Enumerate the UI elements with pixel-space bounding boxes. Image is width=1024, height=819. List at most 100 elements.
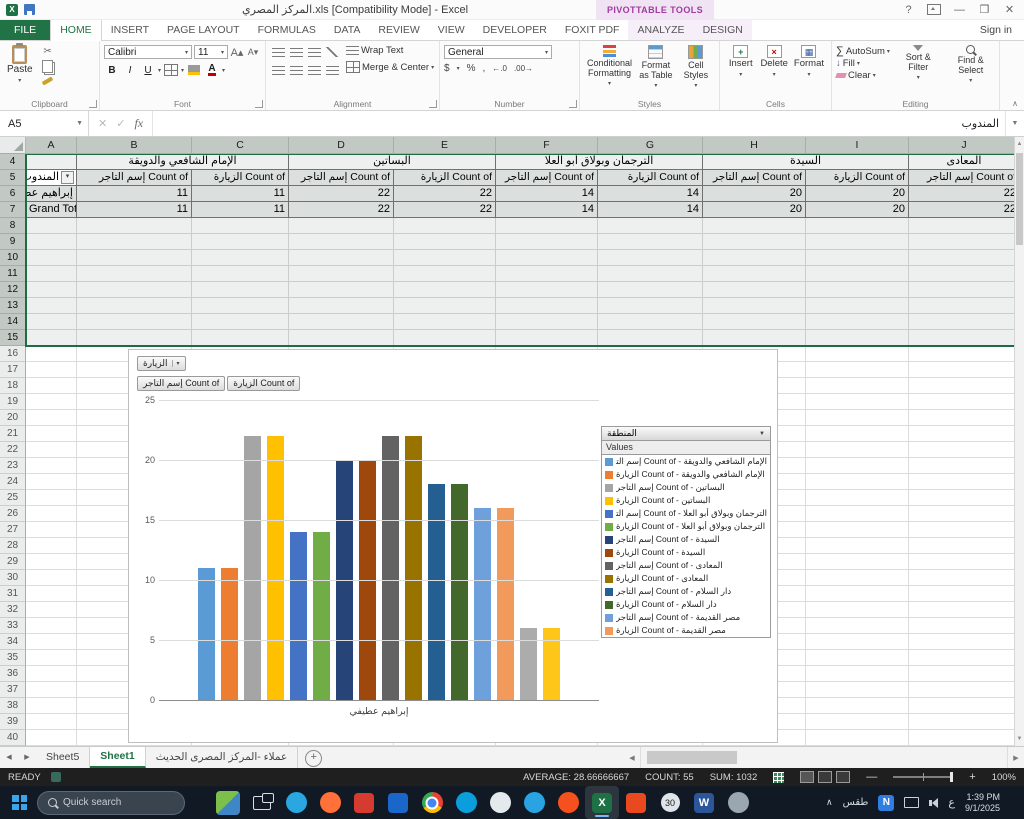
cell[interactable] [26,682,77,698]
cell[interactable] [26,266,77,282]
cell[interactable] [289,266,394,282]
cell[interactable] [394,234,496,250]
cell[interactable] [77,282,192,298]
legend-item-3[interactable]: البساتين - Count of الزيارة [602,494,770,507]
tab-design[interactable]: DESIGN [694,20,752,40]
tab-review[interactable]: REVIEW [369,20,428,40]
row-header-8[interactable]: 8 [0,218,26,234]
cell[interactable] [394,330,496,346]
row-header-19[interactable]: 19 [0,394,26,410]
cell[interactable] [806,234,909,250]
sheet-tab-عملاء--المركز-المصرى-الحديث[interactable]: عملاء -المركز المصرى الحديث [146,747,299,768]
cell[interactable] [26,538,77,554]
row-header-25[interactable]: 25 [0,490,26,506]
font-size-select[interactable]: 11▾ [194,45,228,59]
row-header-26[interactable]: 26 [0,506,26,522]
cell[interactable] [806,346,909,362]
cell[interactable] [26,378,77,394]
cell[interactable] [26,442,77,458]
cell[interactable]: البساتين [289,154,496,170]
tray-chevron-up-icon[interactable]: ∧ [826,797,833,808]
chart-bar-3[interactable] [267,436,284,700]
cell[interactable]: 22 [909,202,1014,218]
chart-bar-11[interactable] [451,484,468,700]
alignment-dialog-launcher[interactable] [429,100,437,108]
cell[interactable] [26,730,77,746]
weather-widget-icon[interactable] [211,786,245,819]
cell[interactable] [806,554,909,570]
align-center-icon[interactable] [288,63,304,77]
cell[interactable] [26,218,77,234]
chart-bar-0[interactable] [198,568,215,700]
cell[interactable] [394,298,496,314]
row-header-7[interactable]: 7 [0,202,26,218]
cell[interactable] [909,458,1014,474]
tab-file[interactable]: FILE [0,20,50,40]
cell[interactable] [598,234,703,250]
sheet-tab-Sheet5[interactable]: Sheet5 [36,747,90,768]
cell[interactable] [26,154,77,170]
cell[interactable] [496,314,598,330]
row-header-20[interactable]: 20 [0,410,26,426]
cell[interactable] [496,250,598,266]
cell[interactable] [26,410,77,426]
chart-value-button-0[interactable]: Count of إسم التاجر [137,376,225,391]
currency-dropdown-arrow[interactable]: ▾ [457,65,460,72]
row-header-24[interactable]: 24 [0,474,26,490]
horizontal-scrollbar-thumb[interactable] [647,751,737,764]
cell[interactable] [909,554,1014,570]
scroll-left-icon[interactable]: ◀ [624,754,640,762]
cell[interactable] [77,330,192,346]
badge-30-icon[interactable]: 30 [653,786,687,819]
cell[interactable] [496,266,598,282]
cell[interactable]: Grand Total [26,202,77,218]
taskbar-search-box[interactable]: Quick search [37,791,185,815]
cell[interactable] [703,234,806,250]
zoom-slider[interactable] [893,776,953,778]
increase-decimal-icon[interactable]: ←.0 [492,64,507,73]
row-header-40[interactable]: 40 [0,730,26,746]
chart-filter-button[interactable]: الزيارة▾ [137,356,186,371]
cell[interactable] [909,314,1014,330]
number-dialog-launcher[interactable] [569,100,577,108]
cell[interactable]: Count of الزيارة [598,170,703,186]
cell[interactable] [26,522,77,538]
row-header-38[interactable]: 38 [0,698,26,714]
cell[interactable] [806,618,909,634]
cell[interactable] [909,298,1014,314]
word-icon[interactable]: W [687,786,721,819]
cell[interactable] [806,314,909,330]
chart-bar-5[interactable] [313,532,330,700]
row-header-31[interactable]: 31 [0,586,26,602]
conditional-formatting-button[interactable]: Conditional Formatting▾ [584,44,635,97]
cell[interactable] [192,218,289,234]
name-box-dropdown-arrow[interactable]: ▼ [71,120,88,127]
row-header-27[interactable]: 27 [0,522,26,538]
row-header-10[interactable]: 10 [0,250,26,266]
cell[interactable] [806,330,909,346]
page-layout-view-icon[interactable] [818,771,832,783]
cell[interactable] [26,394,77,410]
format-cells-button[interactable]: ▦ Format▾ [791,44,827,97]
cell[interactable] [909,378,1014,394]
start-button-icon[interactable] [12,795,27,810]
app-blue-icon[interactable] [381,786,415,819]
cell[interactable] [26,618,77,634]
merge-center-button[interactable]: Merge & Center▾ [346,61,434,73]
cell[interactable] [909,234,1014,250]
pivot-chart[interactable]: الزيارة▾ Count of إسم التاجرCount of الز… [128,349,778,743]
cell[interactable]: Count of إسم التاجر [496,170,598,186]
cell[interactable]: الترجمان وبولاق أبو العلا [496,154,703,170]
sheet-tab-Sheet1[interactable]: Sheet1 [90,747,145,768]
cell[interactable] [26,298,77,314]
italic-button[interactable]: I [122,63,138,77]
cell[interactable] [192,282,289,298]
cell[interactable] [26,650,77,666]
cell[interactable] [26,234,77,250]
cell[interactable] [192,250,289,266]
chart-bar-4[interactable] [290,532,307,700]
cell[interactable] [192,330,289,346]
cell[interactable] [909,650,1014,666]
underline-dropdown-arrow[interactable]: ▾ [158,67,161,74]
cell[interactable] [806,586,909,602]
